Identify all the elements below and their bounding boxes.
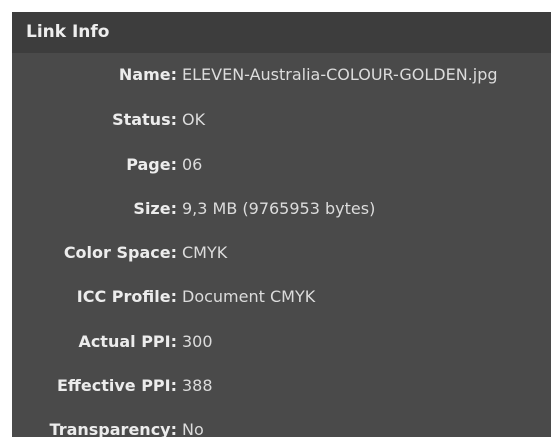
field-value-effective-ppi: 388 [182, 376, 213, 396]
field-row-page: Page: 06 [12, 142, 551, 186]
link-info-panel: Link Info Name: ELEVEN-Australia-COLOUR-… [12, 12, 551, 437]
field-row-size: Size: 9,3 MB (9765953 bytes) [12, 186, 551, 230]
field-label-color-space: Color Space: [63, 243, 177, 263]
field-value-color-space: CMYK [182, 243, 228, 263]
field-value-size: 9,3 MB (9765953 bytes) [182, 198, 376, 218]
field-value-actual-ppi: 300 [182, 331, 213, 351]
field-value-icc-profile: Document CMYK [182, 287, 316, 307]
link-info-rows: Name: ELEVEN-Australia-COLOUR-GOLDEN.jpg… [12, 53, 551, 437]
field-value-page: 06 [182, 154, 203, 174]
field-label-icc-profile: ICC Profile: [76, 287, 177, 307]
field-label-status: Status: [112, 110, 177, 130]
field-label-actual-ppi: Actual PPI: [78, 331, 177, 351]
field-row-color-space: Color Space: CMYK [12, 230, 551, 274]
field-row-actual-ppi: Actual PPI: 300 [12, 319, 551, 363]
field-label-transparency: Transparency: [49, 420, 177, 437]
field-value-transparency: No [182, 420, 204, 437]
field-row-name: Name: ELEVEN-Australia-COLOUR-GOLDEN.jpg [12, 53, 551, 97]
field-label-page: Page: [126, 154, 177, 174]
panel-title: Link Info [12, 12, 551, 53]
field-label-effective-ppi: Effective PPI: [56, 376, 177, 396]
field-row-status: Status: OK [12, 97, 551, 141]
field-row-icc-profile: ICC Profile: Document CMYK [12, 274, 551, 318]
field-label-name: Name: [118, 65, 177, 84]
field-value-name: ELEVEN-Australia-COLOUR-GOLDEN.jpg [182, 65, 498, 84]
field-row-transparency: Transparency: No [12, 407, 551, 437]
field-label-size: Size: [133, 198, 177, 218]
field-row-effective-ppi: Effective PPI: 388 [12, 363, 551, 407]
field-value-status: OK [182, 110, 206, 130]
